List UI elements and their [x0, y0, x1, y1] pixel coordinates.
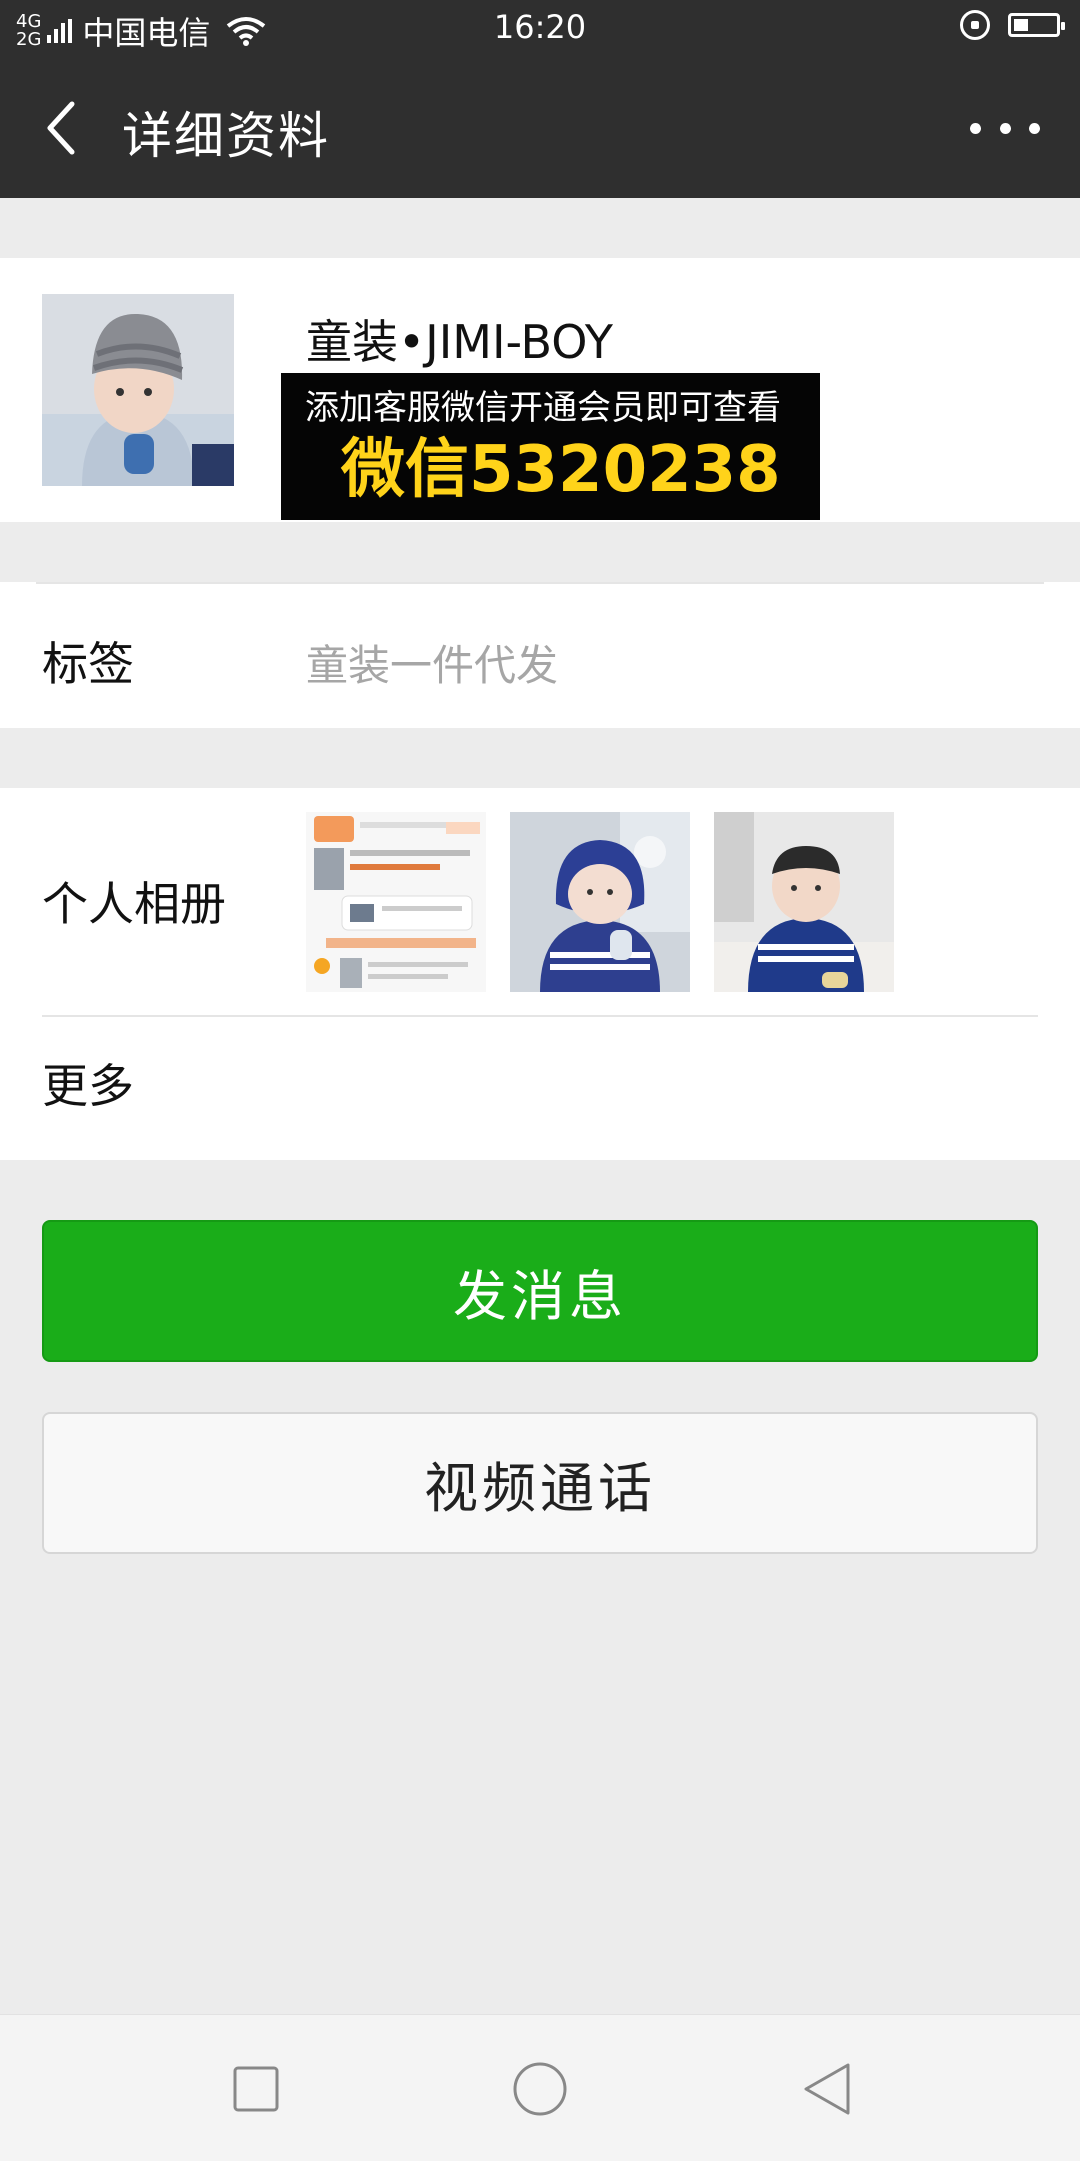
- more-label[interactable]: 更多: [42, 1050, 134, 1116]
- album-photo-baby-hood: [510, 812, 690, 992]
- battery-icon: [1008, 13, 1065, 37]
- album-photo-screenshot: [306, 812, 486, 992]
- avatar[interactable]: [42, 294, 234, 486]
- more-options-button[interactable]: [970, 108, 1040, 148]
- profile-card: 童装•JIMI-BOY 添加客服微信开通会员即可查看 微信5320238: [0, 258, 1080, 522]
- nickname: 童装•JIMI-BOY: [306, 315, 614, 369]
- album-section: 个人相册 更多: [0, 788, 1080, 1160]
- divider: [36, 582, 1044, 584]
- album-thumbnails[interactable]: [306, 812, 894, 992]
- more-dot: [970, 122, 981, 134]
- rotation-lock-icon: [960, 10, 990, 40]
- promo-banner: 添加客服微信开通会员即可查看 微信5320238: [281, 373, 820, 520]
- album-thumbnail[interactable]: [510, 812, 690, 992]
- recents-button[interactable]: [226, 2059, 286, 2119]
- album-thumbnail[interactable]: [306, 812, 486, 992]
- divider: [42, 1015, 1038, 1017]
- back-button[interactable]: [36, 98, 96, 158]
- tags-value: 童装一件代发: [306, 641, 559, 690]
- status-bar: 4G 2G 中国电信 16:20: [0, 0, 1080, 56]
- album-photo-baby-sitting: [714, 812, 894, 992]
- more-dot: [1029, 122, 1040, 134]
- album-label: 个人相册: [42, 877, 226, 931]
- back-nav-button[interactable]: [798, 2059, 858, 2119]
- banner-line2: 微信5320238: [340, 433, 781, 507]
- banner-line1: 添加客服微信开通会员即可查看: [305, 388, 781, 428]
- promo-banner-image: 添加客服微信开通会员即可查看 微信5320238: [281, 373, 820, 520]
- triangle-back-icon: [804, 2063, 850, 2115]
- send-message-button[interactable]: 发消息: [42, 1220, 1038, 1362]
- square-recents-icon: [233, 2066, 279, 2112]
- album-thumbnail[interactable]: [714, 812, 894, 992]
- top-app-bar: 详细资料: [0, 56, 1080, 198]
- system-nav-bar: [0, 2014, 1080, 2161]
- status-right: [960, 10, 1065, 40]
- chevron-left-icon: [47, 101, 75, 155]
- tags-label: 标签: [42, 637, 134, 691]
- avatar-photo: [42, 294, 234, 486]
- home-button[interactable]: [510, 2059, 570, 2119]
- tags-row[interactable]: 标签 童装一件代发: [0, 582, 1080, 728]
- page-title: 详细资料: [122, 107, 330, 165]
- clock: 16:20: [493, 8, 587, 46]
- more-dot: [999, 122, 1011, 134]
- battery-level: [1014, 19, 1028, 31]
- video-call-button[interactable]: 视频通话: [42, 1412, 1038, 1554]
- circle-home-icon: [513, 2062, 567, 2116]
